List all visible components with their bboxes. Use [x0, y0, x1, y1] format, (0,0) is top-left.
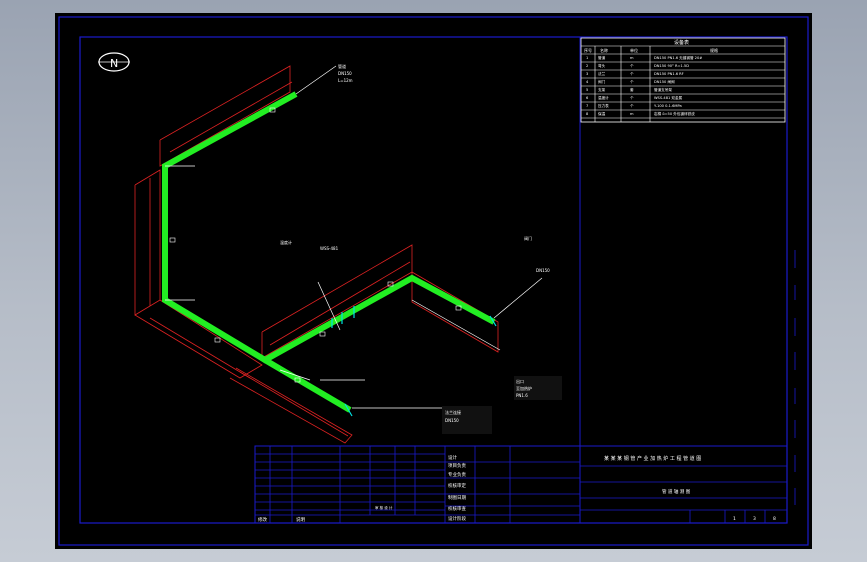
column-header: 序号: [584, 47, 592, 53]
legend-cell: 3: [586, 72, 588, 76]
leader-lines: [165, 65, 543, 409]
column-header: 单位: [630, 47, 638, 53]
svg-text:出口: 出口: [516, 378, 524, 384]
cad-drawing: N 设备表 序号 名称 单位 规格 1 管道 m DN150 PN1.6 无缝钢管 2…: [58, 16, 809, 546]
legend-cell: 阀门: [598, 79, 606, 84]
svg-text:法兰连接: 法兰连接: [445, 409, 461, 415]
sheet-value: 8: [773, 516, 776, 522]
column-header: 名称: [600, 47, 608, 53]
sheet-value: 1: [733, 516, 736, 522]
legend-cell: 岩棉 δ=50 外包镀锌铁皮: [654, 111, 695, 116]
legend-cell: 5: [586, 88, 588, 92]
callout-3: 法兰连接 DN150: [442, 406, 492, 434]
equipment-table: 设备表 序号 名称 单位 规格 1 管道 m DN150 PN1.6 无缝钢管 20#…: [580, 37, 786, 123]
legend-cell: DN150 PN1.6 RF: [654, 72, 684, 76]
center-note: 审 核 设 计: [375, 505, 393, 510]
legend-cell: 个: [630, 95, 634, 100]
legend-cell: 管道支吊架: [654, 87, 672, 92]
svg-text:至加热炉: 至加热炉: [516, 385, 532, 391]
table-header: 设备表: [674, 39, 689, 46]
legend-cell: 4: [586, 80, 589, 84]
legend-cell: 法兰: [598, 71, 606, 76]
legend-cell: 个: [630, 63, 634, 68]
svg-text:PN1.6: PN1.6: [516, 393, 528, 398]
tb-label: 项目负责: [448, 462, 466, 469]
valve-icons: [331, 306, 497, 417]
column-header: 规格: [710, 47, 718, 53]
legend-cell: 保温: [598, 111, 606, 116]
legend-cell: 套: [630, 87, 634, 92]
north-arrow-icon: N: [98, 52, 130, 72]
svg-text:DN150: DN150: [445, 418, 459, 423]
legend-cell: 7: [586, 104, 588, 108]
tb-label: 制图日期: [448, 494, 466, 501]
legend-cell: 管道: [598, 55, 606, 60]
svg-text:阀门: 阀门: [524, 235, 532, 241]
legend-cell: Y-100 0-1.6MPa: [654, 104, 682, 108]
legend-cell: 弯头: [598, 63, 606, 68]
legend-cell: 2: [586, 64, 588, 68]
title-block: 设计 项目负责 专业负责 校核审定 制图日期 校核审查 设计阶段 某 某 某 钢…: [254, 445, 788, 524]
svg-text:WSS-481: WSS-481: [320, 246, 339, 251]
sheet-value: 3: [753, 516, 756, 522]
legend-cell: m: [630, 56, 634, 60]
tb-label: 设计阶段: [448, 515, 466, 522]
legend-cell: 支架: [598, 87, 606, 92]
legend-cell: DN150 PN1.6 无缝钢管 20#: [654, 55, 702, 60]
legend-cell: WSS-481 双金属: [654, 95, 683, 100]
callout-4: 出口 至加热炉 PN1.6: [514, 376, 562, 400]
legend-cell: m: [630, 112, 634, 116]
pipe-tags: [169, 107, 462, 383]
svg-text:DN150: DN150: [338, 71, 352, 76]
legend-cell: 1: [586, 56, 588, 60]
callout-2: 温度计 WSS-481: [280, 239, 339, 251]
svg-text:温度计: 温度计: [280, 239, 292, 245]
tb-label: 校核审定: [448, 482, 466, 489]
legend-cell: 个: [630, 103, 634, 108]
revision-label: 修改: [258, 516, 267, 523]
tb-label: 校核审查: [448, 505, 466, 512]
callout-1: 管道 DN150 L=12m: [338, 63, 353, 83]
legend-cell: 个: [630, 79, 634, 84]
legend-cell: 温度计: [598, 95, 609, 100]
support-frames: [134, 65, 499, 444]
legend-cell: 压力表: [598, 103, 609, 108]
legend-cell: 6: [586, 96, 589, 100]
drawing-title: 某 某 某 钢 管 产 业 加 热 炉 工 程 管 道 图: [604, 455, 701, 462]
svg-text:管道: 管道: [338, 63, 346, 69]
callout-5: 阀门 DN150: [524, 235, 550, 273]
svg-text:DN150: DN150: [536, 268, 550, 273]
legend-cell: 8: [586, 112, 589, 116]
legend-cell: 个: [630, 71, 634, 76]
tb-label: 设计: [448, 454, 457, 461]
tb-label: 专业负责: [448, 471, 466, 478]
drawing-subtitle: 管 道 轴 测 图: [662, 488, 691, 495]
svg-text:L=12m: L=12m: [338, 78, 353, 83]
north-label: N: [110, 57, 118, 70]
legend-cell: DN150 闸阀: [654, 79, 675, 84]
legend-cell: DN150 90° R=1.5D: [654, 64, 689, 68]
description-label: 说明: [296, 516, 305, 523]
